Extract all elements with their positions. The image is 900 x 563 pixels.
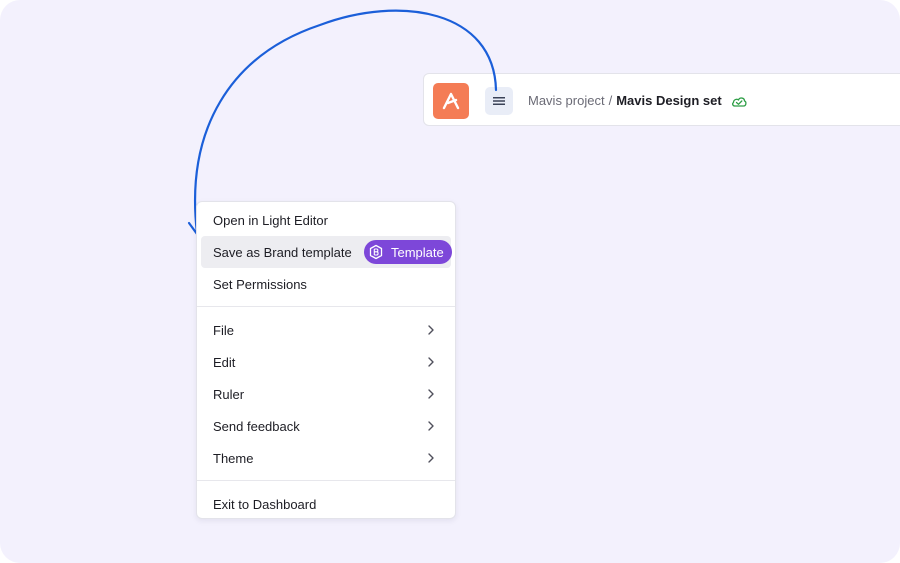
main-menu: Open in Light Editor Save as Brand templ… bbox=[196, 201, 456, 519]
menu-item-label: Ruler bbox=[213, 386, 245, 402]
canvas-background: Mavis project / Mavis Design set Open in… bbox=[0, 0, 900, 563]
mavis-logo-icon[interactable] bbox=[433, 83, 469, 119]
breadcrumb-project[interactable]: Mavis project bbox=[528, 93, 605, 108]
menu-item-ruler[interactable]: Ruler bbox=[201, 378, 451, 410]
chevron-right-icon bbox=[427, 452, 435, 467]
top-bar: Mavis project / Mavis Design set bbox=[423, 73, 900, 126]
menu-item-label: Exit to Dashboard bbox=[213, 496, 317, 512]
chevron-right-icon bbox=[427, 420, 435, 435]
menu-item-theme[interactable]: Theme bbox=[201, 442, 451, 474]
hamburger-icon[interactable] bbox=[485, 87, 513, 115]
breadcrumb: Mavis project / Mavis Design set bbox=[528, 74, 747, 127]
menu-item-label: Edit bbox=[213, 354, 236, 370]
menu-item-label: Theme bbox=[213, 450, 254, 466]
chevron-right-icon bbox=[427, 388, 435, 403]
menu-item-label: Save as Brand template bbox=[213, 244, 352, 260]
brand-hexagon-icon bbox=[367, 243, 385, 261]
chevron-right-icon bbox=[427, 324, 435, 339]
chevron-right-icon bbox=[427, 356, 435, 371]
menu-item-label: File bbox=[213, 322, 234, 338]
menu-item-send-feedback[interactable]: Send feedback bbox=[201, 410, 451, 442]
menu-divider bbox=[197, 480, 455, 481]
menu-item-file[interactable]: File bbox=[201, 314, 451, 346]
menu-item-open-light-editor[interactable]: Open in Light Editor bbox=[201, 204, 451, 236]
breadcrumb-file[interactable]: Mavis Design set bbox=[616, 93, 722, 108]
menu-item-set-permissions[interactable]: Set Permissions bbox=[201, 268, 451, 300]
menu-item-edit[interactable]: Edit bbox=[201, 346, 451, 378]
menu-divider bbox=[197, 306, 455, 307]
menu-item-exit-dashboard[interactable]: Exit to Dashboard bbox=[201, 488, 451, 520]
menu-item-label: Set Permissions bbox=[213, 276, 307, 292]
template-badge-label: Template bbox=[391, 244, 444, 260]
template-badge: Template bbox=[364, 240, 452, 264]
menu-item-label: Send feedback bbox=[213, 418, 300, 434]
menu-item-label: Open in Light Editor bbox=[213, 212, 328, 228]
menu-item-save-brand-template[interactable]: Save as Brand template Template bbox=[201, 236, 452, 268]
breadcrumb-separator: / bbox=[608, 93, 613, 108]
cloud-check-icon bbox=[731, 95, 747, 107]
